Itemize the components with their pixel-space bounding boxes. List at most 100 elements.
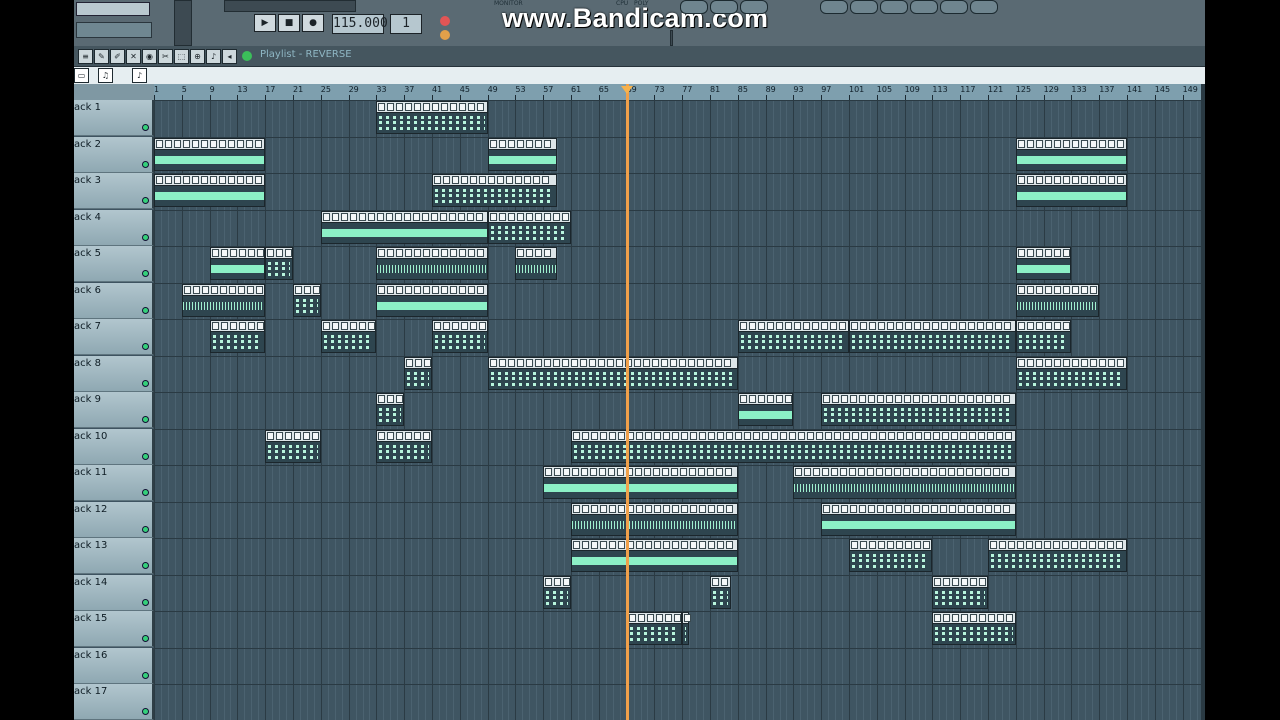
- pencil-icon[interactable]: ✎: [94, 49, 109, 64]
- playhead-line[interactable]: [625, 84, 629, 720]
- pattern-clip[interactable]: [849, 320, 1016, 355]
- pattern-clip[interactable]: [293, 283, 321, 319]
- clip-header[interactable]: [932, 575, 988, 588]
- pattern-clip[interactable]: [376, 101, 488, 136]
- record-button[interactable]: ●: [302, 14, 324, 32]
- track-header[interactable]: ack 14: [74, 574, 154, 611]
- track-header[interactable]: ack 4: [74, 209, 154, 246]
- clip-header[interactable]: [376, 101, 488, 113]
- track-mute-led-icon[interactable]: [142, 635, 149, 642]
- master-volume-slider[interactable]: [174, 0, 192, 46]
- track-header[interactable]: ack 3: [74, 173, 154, 209]
- audio-clip-icon[interactable]: ♫: [98, 68, 113, 83]
- clip-header[interactable]: [320, 320, 377, 332]
- clip-header[interactable]: [432, 174, 558, 186]
- clip-header[interactable]: [265, 429, 321, 442]
- clip-header[interactable]: [154, 174, 266, 186]
- pattern-number-display[interactable]: 1: [390, 14, 422, 34]
- pattern-clip[interactable]: [404, 356, 432, 392]
- pattern-clip[interactable]: [821, 502, 1016, 538]
- clip-header[interactable]: [849, 539, 933, 551]
- track-mute-led-icon[interactable]: [142, 598, 149, 606]
- clip-header[interactable]: [376, 247, 488, 259]
- clip-header[interactable]: [432, 320, 488, 332]
- clip-header[interactable]: [293, 283, 321, 296]
- clip-header[interactable]: [737, 320, 849, 332]
- pattern-clip[interactable]: [737, 320, 849, 355]
- pattern-clip[interactable]: [487, 356, 738, 392]
- pattern-clip[interactable]: [376, 429, 432, 465]
- speaker-icon[interactable]: ♪: [206, 49, 221, 64]
- track-header[interactable]: ack 6: [74, 282, 154, 319]
- playlist-grid[interactable]: [154, 100, 1205, 720]
- pattern-clip[interactable]: [932, 612, 1016, 647]
- clip-header[interactable]: [1015, 356, 1127, 369]
- mute-icon[interactable]: ◉: [142, 49, 157, 64]
- toolbar-knob-6[interactable]: [880, 0, 908, 14]
- clip-header[interactable]: [181, 283, 266, 296]
- track-mute-led-icon[interactable]: [142, 452, 149, 460]
- track-mute-led-icon[interactable]: [142, 489, 149, 496]
- track-mute-led-icon[interactable]: [142, 306, 149, 314]
- pattern-clip[interactable]: [571, 502, 738, 538]
- clip-header[interactable]: [1015, 320, 1072, 332]
- pattern-clip[interactable]: [154, 174, 266, 209]
- pattern-clip[interactable]: [682, 612, 692, 647]
- track-header[interactable]: ack 13: [74, 538, 154, 574]
- track-mute-led-icon[interactable]: [142, 708, 149, 715]
- clip-header[interactable]: [821, 393, 1016, 405]
- clip-header[interactable]: [154, 137, 266, 150]
- pattern-clip[interactable]: [737, 393, 794, 428]
- track-header[interactable]: ack 10: [74, 428, 154, 465]
- pattern-clip[interactable]: [543, 466, 738, 501]
- pattern-clip[interactable]: [432, 320, 488, 355]
- pattern-clip[interactable]: [849, 539, 933, 574]
- clip-header[interactable]: [487, 210, 571, 223]
- select-icon[interactable]: ⬚: [174, 49, 189, 64]
- pattern-clip[interactable]: [571, 539, 738, 574]
- track-header[interactable]: ack 17: [74, 684, 154, 720]
- stop-button[interactable]: ■: [278, 14, 300, 32]
- pattern-clip[interactable]: [571, 429, 1016, 465]
- track-mute-led-icon[interactable]: [142, 343, 149, 350]
- track-header[interactable]: ack 2: [74, 136, 154, 173]
- record-mode-icon[interactable]: [440, 16, 450, 26]
- pattern-clip[interactable]: [209, 320, 266, 355]
- track-mute-led-icon[interactable]: [142, 525, 149, 533]
- clip-header[interactable]: [710, 575, 731, 588]
- pattern-clip[interactable]: [1015, 247, 1072, 282]
- clip-header[interactable]: [571, 429, 1016, 442]
- pattern-clip[interactable]: [1015, 283, 1100, 319]
- pattern-clip[interactable]: [710, 575, 731, 611]
- tempo-display[interactable]: 115.000: [332, 14, 388, 34]
- pattern-clip[interactable]: [320, 210, 488, 246]
- pattern-clip[interactable]: [932, 575, 988, 611]
- clip-header[interactable]: [1015, 247, 1072, 259]
- clip-header[interactable]: [376, 429, 432, 442]
- track-mute-led-icon[interactable]: [142, 379, 149, 387]
- toolbar-knob-3[interactable]: [740, 0, 768, 14]
- track-mute-led-icon[interactable]: [142, 671, 149, 679]
- delete-icon[interactable]: ✕: [126, 49, 141, 64]
- track-header[interactable]: ack 15: [74, 611, 154, 647]
- clip-header[interactable]: [571, 502, 738, 515]
- track-mute-led-icon[interactable]: [142, 233, 149, 241]
- toolbar-knob-1[interactable]: [680, 0, 708, 14]
- toolbar-knob-4[interactable]: [820, 0, 848, 14]
- track-header[interactable]: ack 9: [74, 392, 154, 428]
- pattern-selector[interactable]: [76, 2, 150, 16]
- clip-header[interactable]: [1015, 174, 1127, 186]
- slice-icon[interactable]: ✂: [158, 49, 173, 64]
- clip-header[interactable]: [793, 466, 1016, 478]
- track-mute-led-icon[interactable]: [142, 197, 149, 204]
- clip-header[interactable]: [571, 539, 738, 551]
- clip-header[interactable]: [320, 210, 488, 223]
- track-header[interactable]: ack 11: [74, 465, 154, 501]
- track-header[interactable]: ack 16: [74, 647, 154, 684]
- snap-led-icon[interactable]: [242, 51, 252, 61]
- clip-header[interactable]: [487, 137, 558, 150]
- clip-header[interactable]: [932, 612, 1016, 624]
- pattern-clip[interactable]: [988, 539, 1127, 574]
- clip-header[interactable]: [265, 247, 293, 259]
- clip-header[interactable]: [376, 283, 488, 296]
